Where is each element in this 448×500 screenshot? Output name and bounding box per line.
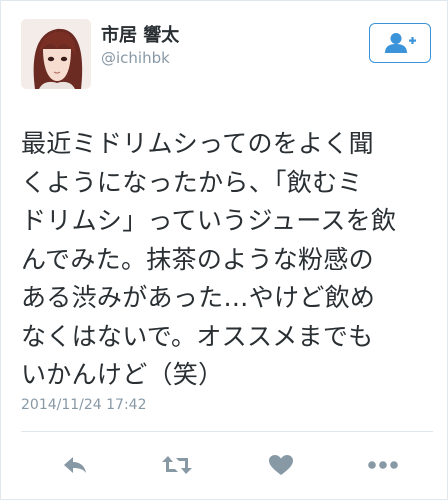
- tweet-line: ある渋みがあった…やけど飲め: [21, 283, 376, 312]
- tweet-line: なくはないで。オススメまでも: [21, 321, 374, 351]
- avatar[interactable]: [21, 19, 91, 89]
- tweet-actions: [1, 447, 448, 483]
- reply-button[interactable]: [55, 447, 95, 483]
- tweet-line: 最近ミドリムシってのをよく聞: [21, 129, 374, 158]
- tweet-timestamp[interactable]: 2014/11/24 17:42: [21, 397, 147, 413]
- add-user-icon: [385, 33, 416, 53]
- user-avatar-illustration: [21, 19, 91, 89]
- divider: [21, 431, 433, 432]
- display-name[interactable]: 市居 響太: [101, 21, 179, 47]
- more-button[interactable]: [363, 447, 403, 483]
- user-handle[interactable]: @ichihbk: [101, 49, 170, 67]
- reply-icon: [64, 457, 86, 473]
- heart-icon: [269, 455, 293, 475]
- tweet-line: くようになったから、「飲むミ: [21, 167, 363, 197]
- tweet-line: んでみた。抹茶のような粉感の: [21, 244, 374, 274]
- retweet-button[interactable]: [157, 447, 197, 483]
- tweet-card: 市居 響太 @ichihbk 最近ミドリムシってのをよく聞 くようになったから、…: [0, 0, 448, 500]
- tweet-line: ドリムシ」っていうジュースを飲: [21, 206, 397, 235]
- tweet-text: 最近ミドリムシってのをよく聞 くようになったから、「飲むミ ドリムシ」っていうジ…: [21, 125, 431, 395]
- retweet-icon: [162, 456, 192, 474]
- tweet-line: いかんけど（笑）: [21, 360, 224, 389]
- favorite-button[interactable]: [261, 447, 301, 483]
- more-icon: [368, 461, 398, 469]
- follow-button[interactable]: [369, 23, 431, 63]
